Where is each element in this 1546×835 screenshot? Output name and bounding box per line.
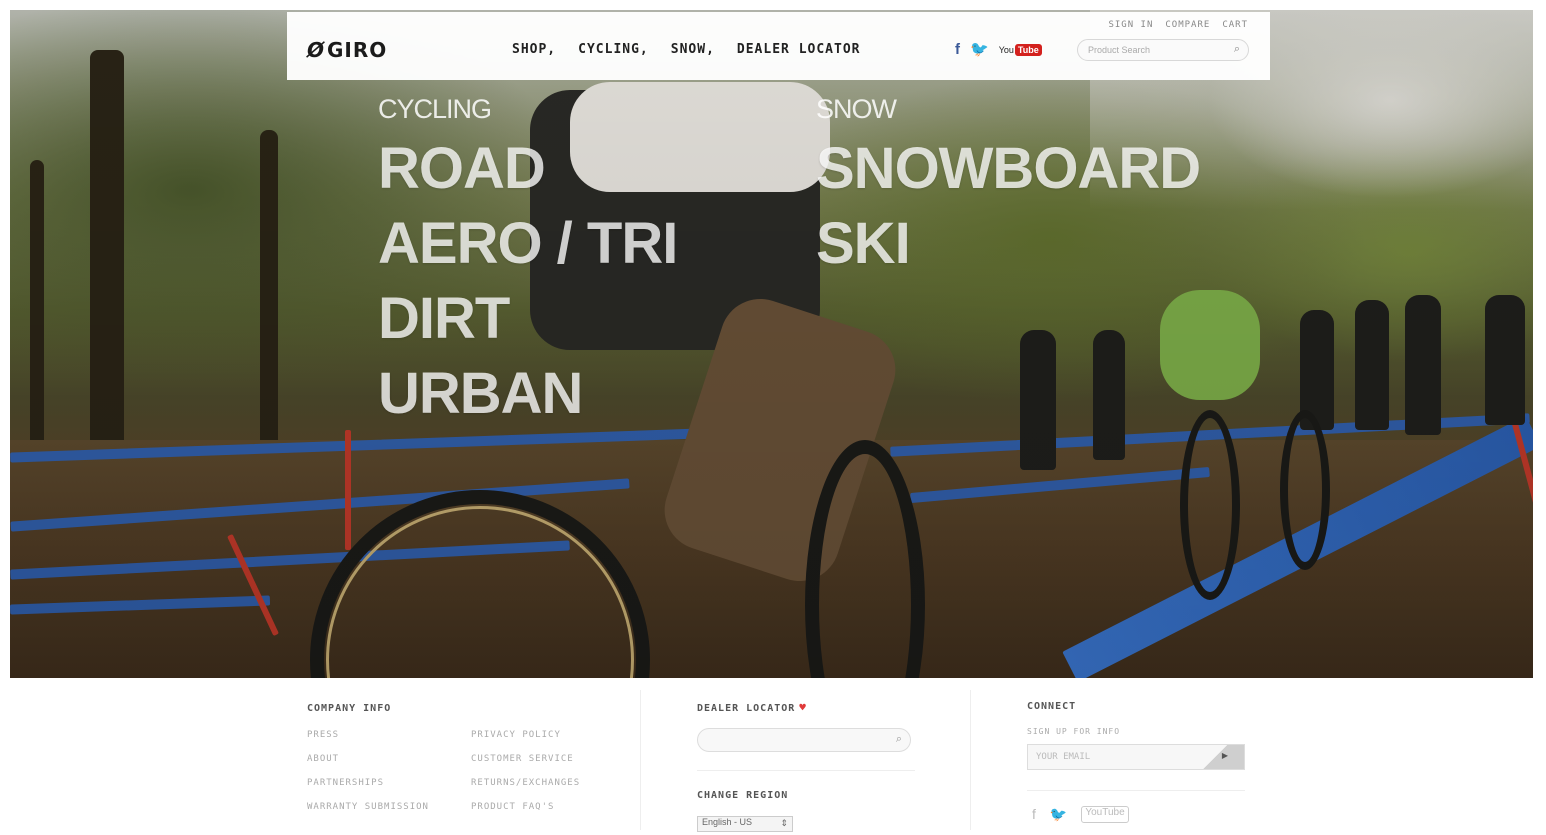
region-select[interactable]: English - US ⇕ xyxy=(697,816,793,832)
map-pin-icon: ♥ xyxy=(799,701,807,714)
footer-link-warranty-submission[interactable]: WARRANTY SUBMISSION xyxy=(307,802,429,812)
footer-link-about[interactable]: ABOUT xyxy=(307,754,339,764)
product-search: ⌕ xyxy=(1077,39,1249,61)
youtube-icon[interactable]: YouTube xyxy=(999,40,1042,58)
email-submit-button[interactable]: ▶ xyxy=(1200,745,1244,769)
youtube-you: You xyxy=(1085,807,1103,818)
arrow-right-icon: ▶ xyxy=(1221,751,1228,760)
footer-link-returns-exchanges[interactable]: RETURNS/EXCHANGES xyxy=(471,778,580,788)
twitter-icon[interactable]: 🐦 xyxy=(1050,806,1067,823)
email-input[interactable] xyxy=(1028,745,1204,769)
top-navigation: Ø GIRO SHOP, CYCLING, SNOW, DEALER LOCATO… xyxy=(287,12,1270,80)
cycling-link-urban[interactable]: URBAN xyxy=(378,360,583,427)
dealer-search-input[interactable] xyxy=(698,729,898,751)
facebook-icon[interactable]: f xyxy=(955,41,960,58)
youtube-tube: Tube xyxy=(1014,44,1042,56)
compare-link[interactable]: COMPARE xyxy=(1165,20,1210,30)
footer-rule xyxy=(697,770,915,771)
cycling-heading: CYCLING xyxy=(378,94,492,124)
main-menu: SHOP, CYCLING, SNOW, DEALER LOCATOR xyxy=(512,42,882,57)
email-signup: ▶ xyxy=(1027,744,1245,770)
social-links: f 🐦 You Tube xyxy=(955,40,1042,58)
footer-social-links: f 🐦 YouTube xyxy=(1032,806,1129,823)
region-select-value: English - US xyxy=(702,817,753,827)
hero-image: CYCLING ROAD AERO / TRI DIRT URBAN SNOW … xyxy=(10,10,1533,678)
facebook-icon[interactable]: f xyxy=(1032,806,1036,823)
hero-shade xyxy=(10,10,1533,678)
sign-in-link[interactable]: SIGN IN xyxy=(1108,20,1153,30)
footer-rule xyxy=(1027,790,1245,791)
footer-link-press[interactable]: PRESS xyxy=(307,730,339,740)
dealer-locator-heading: DEALER LOCATOR ♥ xyxy=(697,701,807,714)
cart-link[interactable]: CART xyxy=(1222,20,1248,30)
select-arrows-icon: ⇕ xyxy=(780,818,788,828)
snow-link-snowboard[interactable]: SNOWBOARD xyxy=(816,135,1201,202)
cycling-link-aero-tri[interactable]: AERO / TRI xyxy=(378,210,678,277)
giro-logo-mark: Ø xyxy=(307,38,326,62)
menu-cycling[interactable]: CYCLING, xyxy=(578,42,649,57)
giro-logo[interactable]: Ø GIRO xyxy=(307,38,387,62)
footer: COMPANY INFO PRESS ABOUT PARTNERSHIPS WA… xyxy=(0,678,1546,835)
company-info-heading: COMPANY INFO xyxy=(307,703,392,714)
search-icon[interactable]: ⌕ xyxy=(1234,43,1240,56)
snow-heading: SNOW xyxy=(816,94,897,124)
cycling-link-dirt[interactable]: DIRT xyxy=(378,285,510,352)
menu-snow[interactable]: SNOW, xyxy=(671,42,715,57)
menu-shop[interactable]: SHOP, xyxy=(512,42,556,57)
snow-link-ski[interactable]: SKI xyxy=(816,210,911,277)
cycling-link-road[interactable]: ROAD xyxy=(378,135,546,202)
utility-links: SIGN IN COMPARE CART xyxy=(1108,20,1248,30)
menu-dealer-locator[interactable]: DEALER LOCATOR xyxy=(737,42,861,57)
search-icon[interactable]: ⌕ xyxy=(896,733,902,746)
change-region-heading: CHANGE REGION xyxy=(697,790,789,801)
footer-divider xyxy=(970,690,971,830)
logo-text: GIRO xyxy=(327,38,388,62)
connect-heading: CONNECT xyxy=(1027,701,1077,712)
dealer-locator-label: DEALER LOCATOR xyxy=(697,703,796,714)
footer-link-partnerships[interactable]: PARTNERSHIPS xyxy=(307,778,384,788)
product-search-input[interactable] xyxy=(1078,40,1238,60)
footer-link-customer-service[interactable]: CUSTOMER SERVICE xyxy=(471,754,574,764)
youtube-you: You xyxy=(998,45,1014,55)
footer-link-product-faqs[interactable]: PRODUCT FAQ'S xyxy=(471,802,554,812)
twitter-icon[interactable]: 🐦 xyxy=(970,40,989,58)
footer-link-privacy-policy[interactable]: PRIVACY POLICY xyxy=(471,730,561,740)
dealer-search: ⌕ xyxy=(697,728,911,752)
footer-divider xyxy=(640,690,641,830)
youtube-icon[interactable]: YouTube xyxy=(1081,806,1129,823)
youtube-tube: Tube xyxy=(1102,807,1125,818)
sign-up-label: SIGN UP FOR INFO xyxy=(1027,727,1121,736)
